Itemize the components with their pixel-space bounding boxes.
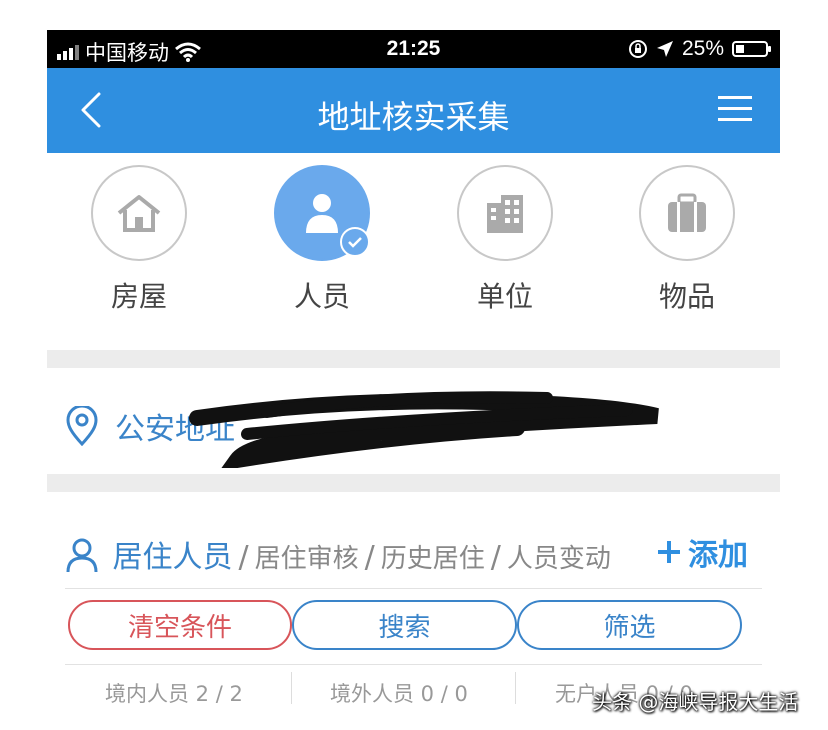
- watermark: 头条 @海峡导报大生活: [592, 690, 799, 714]
- category-label: 物品: [658, 280, 715, 313]
- house-icon: [91, 165, 187, 261]
- filter-button[interactable]: 筛选: [517, 600, 742, 650]
- tab-history[interactable]: 历史居住: [381, 544, 485, 574]
- status-right: 25%: [628, 37, 771, 61]
- divider: [65, 664, 762, 665]
- section-divider: [47, 350, 780, 368]
- address-row[interactable]: 公安地址: [47, 368, 780, 474]
- category-label: 单位: [476, 280, 533, 313]
- phone-screen: 中国移动 21:25 25% 地址核实采集 房屋 人员 单位 物品 公安地址 居…: [47, 30, 780, 730]
- battery-percent: 25%: [681, 37, 724, 60]
- stat-separator: [515, 672, 516, 704]
- add-label: 添加: [688, 538, 748, 573]
- category-building[interactable]: 单位: [445, 165, 565, 315]
- page-title: 地址核实采集: [317, 98, 510, 136]
- person-icon: [274, 165, 370, 261]
- stat-foreign: 境外人员 0 / 0: [330, 682, 468, 706]
- plus-icon: [658, 541, 680, 563]
- category-tabs: 房屋 人员 单位 物品: [47, 155, 780, 350]
- tab-residents[interactable]: 居住人员: [113, 540, 233, 575]
- person-outline-icon: [66, 538, 98, 573]
- category-goods[interactable]: 物品: [627, 165, 747, 315]
- menu-icon[interactable]: [718, 96, 752, 122]
- category-house[interactable]: 房屋: [79, 165, 199, 315]
- search-button[interactable]: 搜索: [292, 600, 517, 650]
- category-label: 房屋: [110, 280, 167, 313]
- navigation-bar: 地址核实采集: [47, 68, 780, 153]
- tab-changes[interactable]: 人员变动: [507, 544, 611, 574]
- luggage-icon: [639, 165, 735, 261]
- category-label: 人员: [293, 280, 350, 313]
- stat-separator: [291, 672, 292, 704]
- rotation-lock-icon: [628, 40, 647, 58]
- status-bar: 中国移动 21:25 25%: [47, 30, 780, 68]
- building-icon: [457, 165, 553, 261]
- section-divider: [47, 474, 780, 492]
- redaction-scribble: [189, 391, 659, 468]
- resident-tabs: 居住人员 / 居住审核 / 历史居住 / 人员变动: [65, 532, 611, 576]
- checkmark-icon: [340, 227, 370, 257]
- stat-domestic: 境内人员 2 / 2: [105, 682, 243, 706]
- tab-residence-review[interactable]: 居住审核: [255, 544, 359, 574]
- category-person[interactable]: 人员: [262, 165, 382, 315]
- battery-icon: [732, 41, 771, 57]
- divider: [65, 588, 762, 589]
- location-pin-icon: [66, 406, 98, 446]
- clear-conditions-button[interactable]: 清空条件: [68, 600, 292, 650]
- add-button[interactable]: 添加: [656, 530, 748, 574]
- location-arrow-icon: [656, 41, 673, 57]
